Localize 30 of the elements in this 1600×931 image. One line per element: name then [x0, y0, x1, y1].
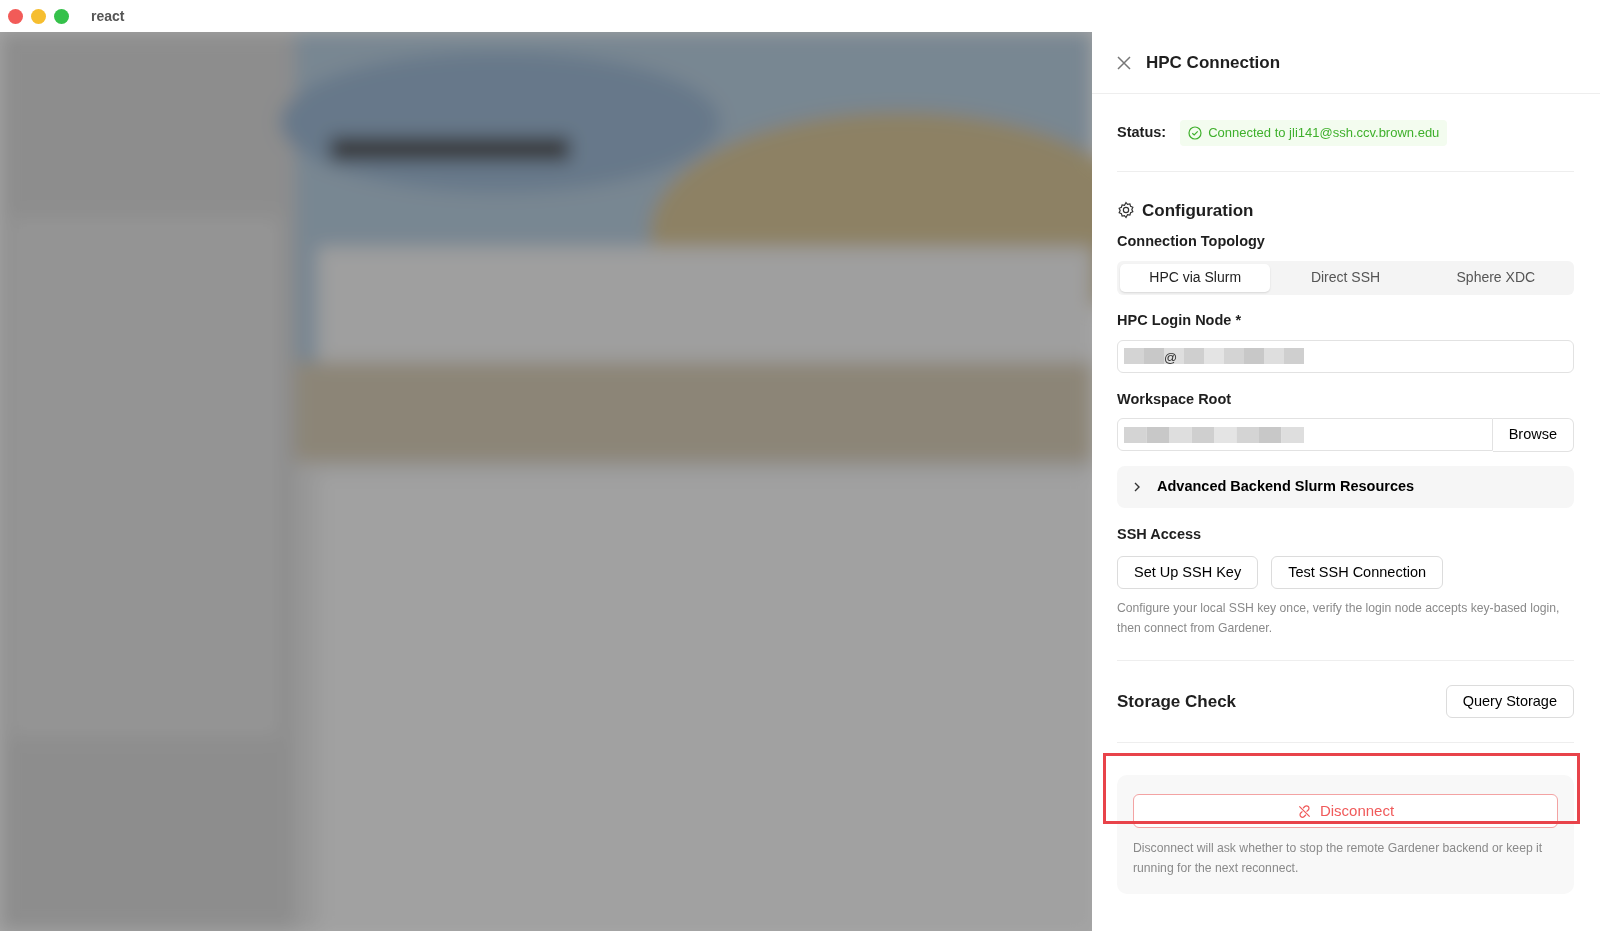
segment-tab[interactable]: Sphere XDC [1420, 263, 1571, 292]
input-field[interactable]: @ [1117, 339, 1574, 373]
minimize-button[interactable] [31, 8, 46, 24]
collapsible-header[interactable]: Advanced Backend Slurm Resources [1117, 466, 1574, 509]
close-button[interactable] [8, 8, 23, 24]
browse-button[interactable]: Browse [1492, 418, 1574, 453]
status-label: Status: [1117, 122, 1167, 142]
input-value: @ [1164, 348, 1178, 367]
close-icon[interactable] [1116, 54, 1132, 71]
segment-tab[interactable]: Direct SSH [1270, 263, 1421, 292]
drawer-title: HPC Connection [1146, 51, 1281, 74]
segment-tab[interactable]: HPC via Slurm [1120, 263, 1271, 292]
zoom-button[interactable] [54, 8, 69, 24]
check-circle-icon [1188, 125, 1203, 140]
section-title: Configuration [1142, 199, 1254, 222]
help-text: Configure your local SSH key once, verify the login node accepts key-based login, then connect from Gardener. [1117, 600, 1561, 637]
action-button[interactable]: Test SSH Connection [1271, 556, 1443, 589]
section-title: Storage Check [1117, 690, 1237, 713]
field-label: HPC Login Node * [1117, 310, 1243, 330]
settings-icon [1117, 201, 1135, 220]
query-storage-button[interactable]: Query Storage [1445, 685, 1574, 718]
section-label: SSH Access [1117, 525, 1203, 545]
input-field[interactable] [1117, 418, 1493, 452]
action-button[interactable]: Set Up SSH Key [1117, 556, 1259, 589]
help-text: Disconnect will ask whether to stop the remote Gardener backend or keep it running for the next reconnect. [1133, 840, 1544, 877]
status-badge: Connected to jli141@ssh.ccv.brown.edu [1180, 120, 1448, 146]
field-label: Connection Topology [1117, 232, 1266, 251]
window-title: react [91, 6, 125, 26]
field-label: Workspace Root [1117, 389, 1233, 409]
unlink-icon [1296, 803, 1312, 819]
